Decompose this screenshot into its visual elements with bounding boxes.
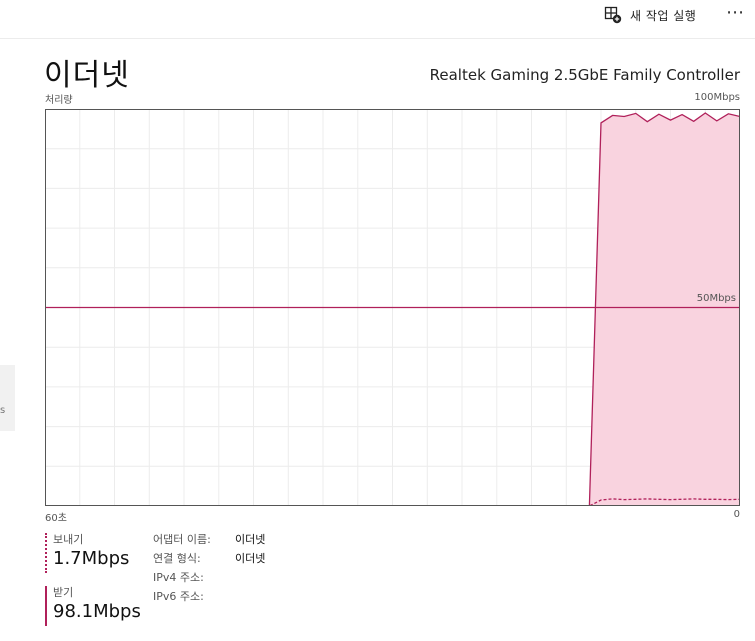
- chart-x-left-label: 60초: [45, 513, 67, 524]
- send-stat: 보내기 1.7Mbps: [45, 531, 155, 576]
- chart-y-max-label: 100Mbps: [694, 92, 740, 103]
- page-title: 이더넷: [44, 58, 130, 93]
- chart-x-right-label: 0: [733, 509, 740, 520]
- property-value: 이더넷: [235, 552, 266, 565]
- receive-legend-marker: [45, 586, 47, 626]
- chart-y-mid-label: 50Mbps: [697, 293, 736, 304]
- run-new-task-button[interactable]: 새 작업 실행: [604, 4, 696, 26]
- sidebar-edge[interactable]: s: [0, 365, 15, 431]
- receive-label: 받기: [53, 586, 74, 599]
- send-legend-marker: [45, 533, 47, 573]
- run-new-task-icon: [604, 6, 622, 24]
- command-bar: 새 작업 실행 ⋯: [0, 0, 755, 39]
- property-key: 연결 형식:: [153, 552, 201, 565]
- receive-stat: 받기 98.1Mbps: [45, 584, 155, 629]
- receive-value: 98.1Mbps: [53, 601, 141, 622]
- more-options-icon[interactable]: ⋯: [726, 2, 745, 23]
- adapter-name: Realtek Gaming 2.5GbE Family Controller: [429, 66, 740, 84]
- throughput-chart: 50Mbps: [45, 109, 740, 506]
- chart-y-label: 처리량: [45, 95, 73, 106]
- property-key: 어댑터 이름:: [153, 533, 211, 546]
- sidebar-edge-text: s: [0, 405, 6, 416]
- send-label: 보내기: [53, 533, 84, 546]
- run-new-task-label: 새 작업 실행: [630, 8, 697, 23]
- send-value: 1.7Mbps: [53, 548, 130, 569]
- property-key: IPv6 주소:: [153, 590, 204, 603]
- property-key: IPv4 주소:: [153, 571, 204, 584]
- property-value: 이더넷: [235, 533, 266, 546]
